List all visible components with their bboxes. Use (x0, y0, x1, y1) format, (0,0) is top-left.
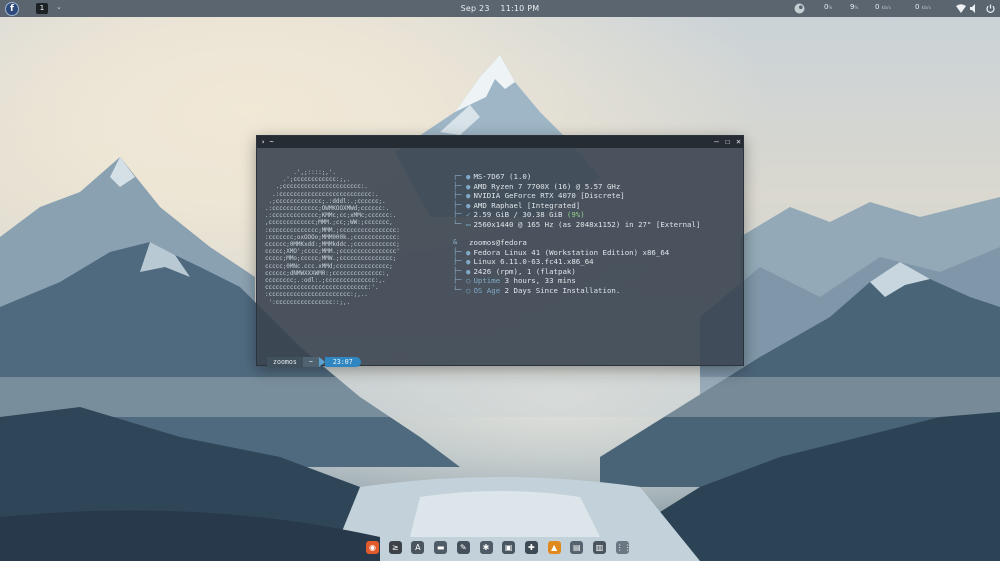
top-bar: f 1 ⌄ Sep 23 11:10 PM 0% 9% 0 kb/s 0 kb/… (0, 0, 1000, 17)
info-row-os-age: └─ ○ OS Age 2 Days Since Installation. (453, 285, 621, 295)
time: 11:10 PM (500, 4, 540, 13)
cpu-usage: 0% (824, 3, 833, 11)
ascii-line: ,ccccccccccccc;MMM.;cc;;WW:;ccccccc, (265, 220, 393, 227)
font-viewer-icon[interactable]: A (411, 541, 425, 554)
terminal-content[interactable]: .',;::::;,'. .';cccccccccccc:;,. .;ccccc… (257, 148, 743, 367)
date: Sep 23 (460, 4, 490, 13)
info-row-memory: ├─ ✓ 2.59 GiB / 30.38 GiB (9%) (453, 210, 585, 219)
prompt-user: zoomos (267, 357, 303, 367)
maximize-button[interactable]: ☐ (725, 136, 730, 148)
ascii-line: .',;::::;,'. (265, 170, 336, 176)
board-icon: ● (466, 172, 471, 181)
shell-prompt[interactable]: zoomos ~ 23:07 (267, 357, 361, 367)
trash-icon[interactable]: ▥ (593, 541, 606, 554)
info-row-cpu: ├─ ● AMD Ryzen 7 7700X (16) @ 5.57 GHz (453, 181, 621, 191)
display-icon: ▭ (466, 219, 471, 229)
terminal-icon[interactable]: ≥ (388, 541, 402, 554)
gpu-icon: ● (466, 200, 471, 210)
info-row-os: ├─ ● Fedora Linux 41 (Workstation Edition)… (453, 247, 670, 257)
prompt-time: 23:07 (324, 357, 361, 367)
ascii-line: :ccccccccccccccccccccccc:;,.. (265, 292, 368, 299)
info-row-packages: ├─ ● 2426 (rpm), 1 (flatpak) (453, 266, 576, 276)
memory-usage: 9% (850, 3, 859, 11)
info-row-kernel: ├─ ● Linux 6.11.0-63.fc41.x86_64 (453, 257, 594, 266)
kernel-icon: ● (466, 257, 471, 266)
puzzle-icon[interactable]: ✱ (479, 541, 493, 554)
ascii-line: ccccc;MMo;ccccc;MMW.;ccccccccccccccc; (265, 256, 397, 263)
info-row-uptime: ├─ ○ Uptime 3 hours, 33 mins (453, 276, 576, 285)
grid-icon[interactable]: ⋮⋮ (615, 541, 632, 554)
system-tray[interactable]: 0% 9% 0 kb/s 0 kb/s (790, 2, 1000, 15)
terminal-prompt-icon: › (261, 138, 266, 146)
dock: ◉ ≥ A ▬ ✎ ✱ ▣ ✚ ▲ ▤ ▥ ⋮⋮ (362, 538, 638, 558)
info-row-gpu-discrete: ├─ ● NVIDIA GeForce RTX 4070 [Discrete] (453, 191, 625, 200)
prompt-arrow-icon (318, 357, 325, 367)
cpu-icon: ● (466, 181, 471, 191)
gpu-icon: ● (466, 191, 471, 200)
power-icon[interactable] (986, 4, 995, 13)
info-row-board: ┌─ ● MS-7D67 (1.0) (453, 172, 532, 181)
firefox-icon[interactable]: ◉ (366, 541, 379, 554)
ascii-line: .:ccccccccccccc;OWMKOOXMWd;cccccc:. (265, 206, 390, 213)
steam-icon[interactable] (794, 3, 805, 14)
folder-icon[interactable]: ▬ (434, 541, 448, 554)
store-icon[interactable]: ▣ (502, 541, 516, 554)
ascii-line: ':cccccccccccccccc::;,. (265, 299, 351, 306)
package-icon: ● (466, 266, 471, 276)
terminal-titlebar[interactable]: › ~ – ☐ ✕ (257, 136, 743, 148)
info-row-display: └─ ▭ 2560x1440 @ 165 Hz (as 2048x1152) in … (453, 219, 701, 229)
fedora-ascii-logo: .',;::::;,'. .';cccccccccccc:;,. .;ccccc… (265, 170, 443, 307)
terminal-title: ~ (269, 138, 274, 146)
info-row-gpu-integrated: ├─ ● AMD Raphael [Integrated] (453, 200, 581, 210)
ascii-line: .;ccccccccccccc;.:dddl:.;cccccc;. (265, 198, 386, 205)
extension-icon[interactable]: ✚ (524, 541, 538, 554)
volume-icon[interactable] (970, 4, 979, 13)
prompt-path: ~ (302, 357, 319, 367)
ascii-line: :cccccccccccccc;MMM.;cccccccccccccccc: (265, 227, 400, 234)
info-row-user: & zoomos@fedora (453, 238, 527, 247)
ascii-line: .:ccccccccccccc;KMMc;cc;xMMc;cccccc:. (265, 213, 397, 220)
archive-icon[interactable]: ▤ (570, 541, 584, 554)
ascii-line: cccccccc;.:odl:.;cccccccccccccc:,. (265, 278, 386, 285)
ascii-line: ccccc;0MNc.ccc.xMMd;ccccccccccccccc; (265, 263, 393, 270)
close-button[interactable]: ✕ (736, 136, 741, 148)
ascii-line: cccccc;dNMWXXXWM0:;cccccccccccccc:, (265, 270, 390, 277)
fedora-icon: ● (466, 247, 471, 257)
memory-icon: ✓ (466, 210, 471, 219)
hourglass-icon: ○ (466, 285, 471, 295)
ascii-line: .:cccccccccccccccccccccccccc:. (265, 191, 379, 198)
download-speed: 0 kb/s (875, 3, 892, 11)
ascii-line: :ccccccc;oxOOOo;MMM000k.;cccccccccccc: (265, 234, 400, 241)
cone-icon[interactable]: ▲ (547, 541, 561, 554)
ascii-line: .';cccccccccccc:;,. (265, 177, 351, 184)
ascii-line: ccccc;XMO';cccc;MMM.;cccccccccccccccc' (265, 249, 400, 256)
wifi-icon[interactable] (956, 4, 966, 13)
system-info: ┌─ ● MS-7D67 (1.0) ├─ ● AMD Ryzen 7 7700X (1… (453, 172, 700, 295)
ascii-line: cccccc;0MMKxdd:;MMMkddc.;cccccccccccc; (265, 242, 400, 249)
ascii-line: .;cccccccccccccccccccccc:. (265, 184, 368, 191)
ascii-line: ccccccccccccccccccccccccccccc:'. (265, 285, 379, 292)
minimize-button[interactable]: – (714, 136, 719, 148)
upload-speed: 0 kb/s (915, 3, 932, 11)
terminal-window[interactable]: › ~ – ☐ ✕ .',;::::;,'. .';cccccccccccc:;… (256, 135, 744, 367)
pencil-icon[interactable]: ✎ (456, 541, 470, 554)
clock-icon: ○ (466, 276, 471, 285)
